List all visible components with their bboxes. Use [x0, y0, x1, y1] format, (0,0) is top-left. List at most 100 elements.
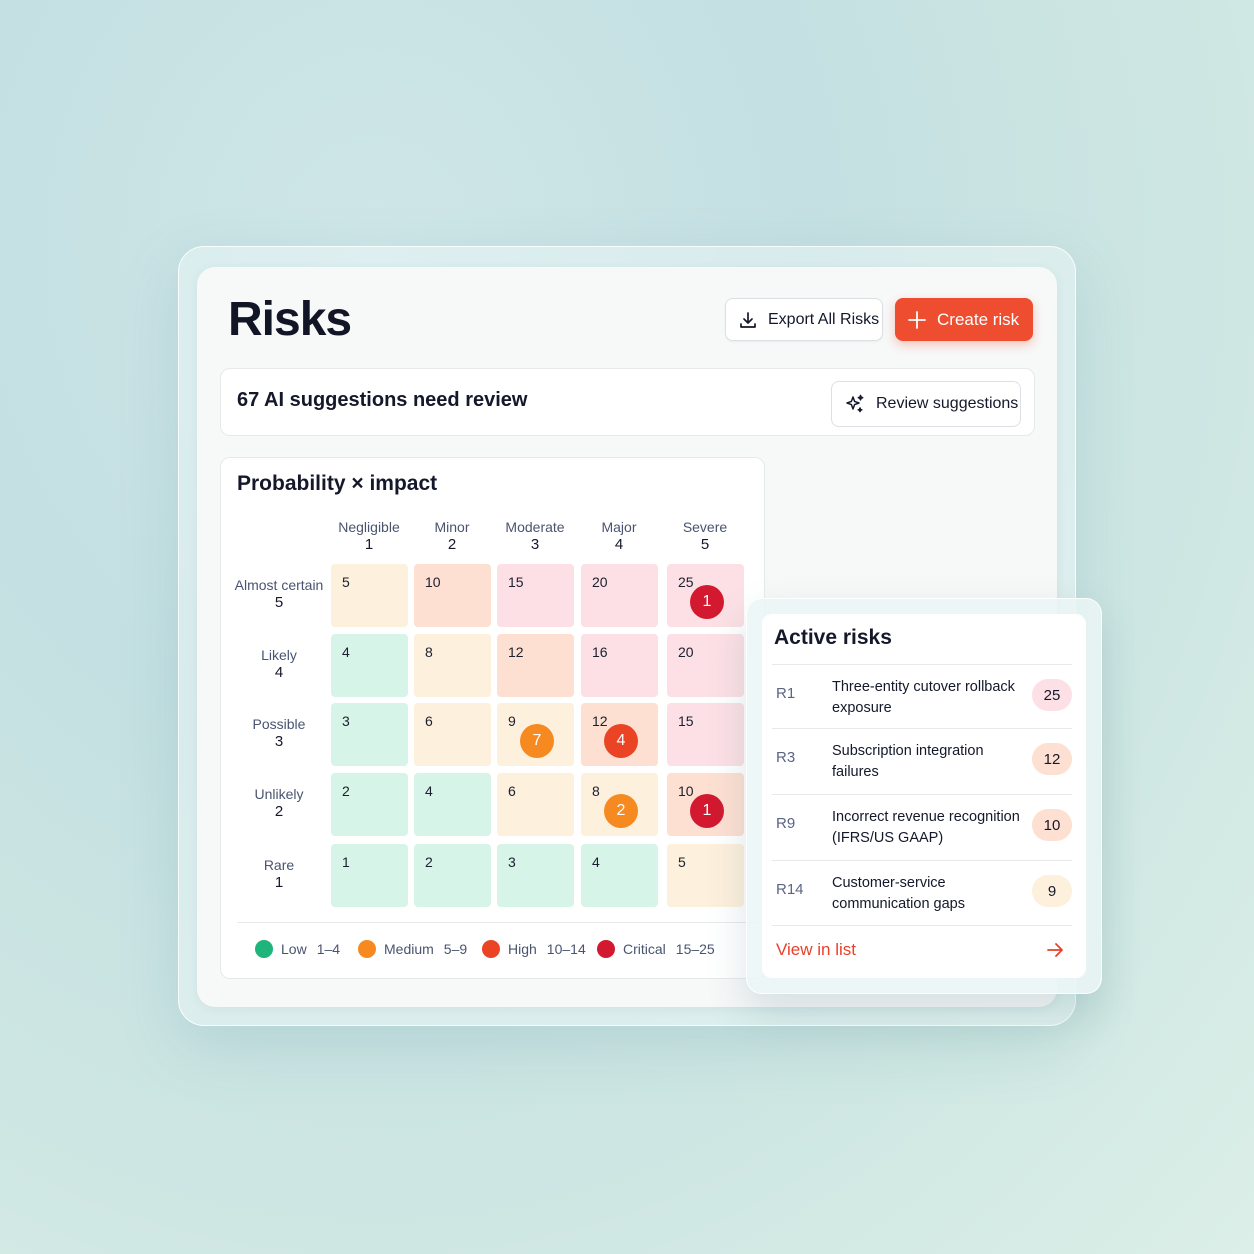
matrix-cell[interactable]: 3 [497, 844, 574, 907]
cell-score: 2 [342, 783, 350, 799]
impact-value: 2 [447, 536, 457, 553]
download-icon [740, 311, 756, 328]
export-label: Export All Risks [768, 310, 880, 328]
matrix-cell[interactable]: 5 [331, 564, 408, 627]
cell-score: 5 [678, 854, 686, 870]
create-risk-button[interactable]: Create risk [895, 298, 1033, 341]
impact-label: Moderate [505, 519, 565, 535]
cell-score: 8 [592, 783, 600, 799]
matrix-cell[interactable]: 4 [581, 844, 658, 907]
sparkle-icon [846, 394, 864, 413]
probability-value: 4 [274, 664, 284, 681]
legend-range: 15–25 [675, 941, 715, 957]
risk-score-badge: 10 [1032, 809, 1072, 841]
matrix-cell[interactable]: 8 [414, 634, 491, 697]
active-risk-row[interactable]: R3 Subscription integration failures 12 [772, 728, 1072, 794]
probability-value: 2 [274, 803, 284, 820]
matrix-cell[interactable]: 10 [414, 564, 491, 627]
review-suggestions-button[interactable]: Review suggestions [831, 381, 1021, 427]
cell-score: 12 [592, 713, 608, 729]
impact-column-header: Moderate 3 [495, 518, 575, 554]
legend-range: 1–4 [316, 941, 341, 957]
legend-name: Critical [623, 941, 666, 957]
matrix-cell[interactable]: 5 [667, 844, 744, 907]
legend-dot [358, 940, 376, 958]
risk-id: R9 [776, 815, 796, 832]
risk-count-badge[interactable]: 1 [690, 585, 724, 619]
risk-name: Subscription integration failures [832, 743, 984, 780]
probability-value: 1 [274, 874, 284, 891]
matrix-cell[interactable]: 12 [497, 634, 574, 697]
legend-dot [482, 940, 500, 958]
cell-score: 12 [508, 644, 524, 660]
view-in-list-link[interactable]: View in list [776, 940, 856, 960]
legend-item: Low 1–4 [255, 940, 340, 958]
probability-row-header: Unlikely 2 [229, 785, 329, 821]
probability-value: 5 [274, 594, 284, 611]
matrix-cell[interactable]: 16 [581, 634, 658, 697]
arrow-right-icon[interactable] [1044, 939, 1066, 961]
probability-label: Possible [252, 716, 306, 732]
matrix-cell[interactable]: 20 [581, 564, 658, 627]
impact-column-header: Negligible 1 [329, 518, 409, 554]
plus-icon [908, 310, 926, 329]
impact-column-header: Major 4 [579, 518, 659, 554]
matrix-cell[interactable]: 6 [497, 773, 574, 836]
risk-count-badge[interactable]: 1 [690, 794, 724, 828]
impact-value: 3 [530, 536, 540, 553]
matrix-cell[interactable]: 1 [331, 844, 408, 907]
review-label: Review suggestions [876, 395, 1019, 412]
active-risk-row[interactable]: R1 Three-entity cutover rollback exposure… [772, 664, 1072, 730]
cell-score: 25 [678, 574, 694, 590]
risk-count-badge[interactable]: 2 [604, 794, 638, 828]
legend-item: Medium 5–9 [358, 940, 467, 958]
probability-row-header: Likely 4 [229, 646, 329, 682]
impact-value: 4 [614, 536, 624, 553]
cell-score: 5 [342, 574, 350, 590]
impact-label: Negligible [338, 519, 400, 535]
active-risk-row[interactable]: R14 Customer-service communication gaps 9 [772, 860, 1072, 926]
probability-row-header: Possible 3 [229, 715, 329, 751]
cell-score: 6 [425, 713, 433, 729]
matrix-cell[interactable]: 2 [414, 844, 491, 907]
risk-name: Incorrect revenue recognition (IFRS/US G… [832, 809, 1020, 846]
cell-score: 4 [342, 644, 350, 660]
risk-id: R1 [776, 685, 796, 702]
impact-value: 5 [700, 536, 710, 553]
cell-score: 9 [508, 713, 516, 729]
cell-score: 8 [425, 644, 433, 660]
matrix-cell[interactable]: 2 [331, 773, 408, 836]
legend-name: High [508, 941, 537, 957]
probability-label: Almost certain [234, 577, 324, 593]
matrix-cell[interactable]: 20 [667, 634, 744, 697]
risk-count-badge[interactable]: 7 [520, 724, 554, 758]
matrix-cell[interactable]: 15 [667, 703, 744, 766]
legend-item: High 10–14 [482, 940, 586, 958]
create-label: Create risk [937, 309, 1020, 329]
page-title: Risks [228, 293, 352, 346]
matrix-cell[interactable]: 4 [331, 634, 408, 697]
active-risk-row[interactable]: R9 Incorrect revenue recognition (IFRS/US… [772, 794, 1072, 860]
impact-value: 1 [364, 536, 374, 553]
cell-score: 3 [342, 713, 350, 729]
risk-count-badge[interactable]: 4 [604, 724, 638, 758]
cell-score: 10 [425, 574, 441, 590]
impact-label: Major [601, 519, 637, 535]
probability-value: 3 [274, 733, 284, 750]
legend-name: Medium [384, 941, 434, 957]
cell-score: 3 [508, 854, 516, 870]
cell-score: 15 [508, 574, 524, 590]
list-divider [772, 925, 1072, 926]
risk-id: R14 [776, 881, 804, 898]
probability-label: Likely [261, 647, 297, 663]
matrix-cell[interactable]: 4 [414, 773, 491, 836]
cell-score: 4 [592, 854, 600, 870]
probability-label: Rare [263, 857, 295, 873]
matrix-cell[interactable]: 15 [497, 564, 574, 627]
matrix-cell[interactable]: 6 [414, 703, 491, 766]
cell-score: 16 [592, 644, 608, 660]
cell-score: 2 [425, 854, 433, 870]
matrix-cell[interactable]: 3 [331, 703, 408, 766]
export-all-risks-button[interactable]: Export All Risks [725, 298, 883, 341]
cell-score: 20 [678, 644, 694, 660]
